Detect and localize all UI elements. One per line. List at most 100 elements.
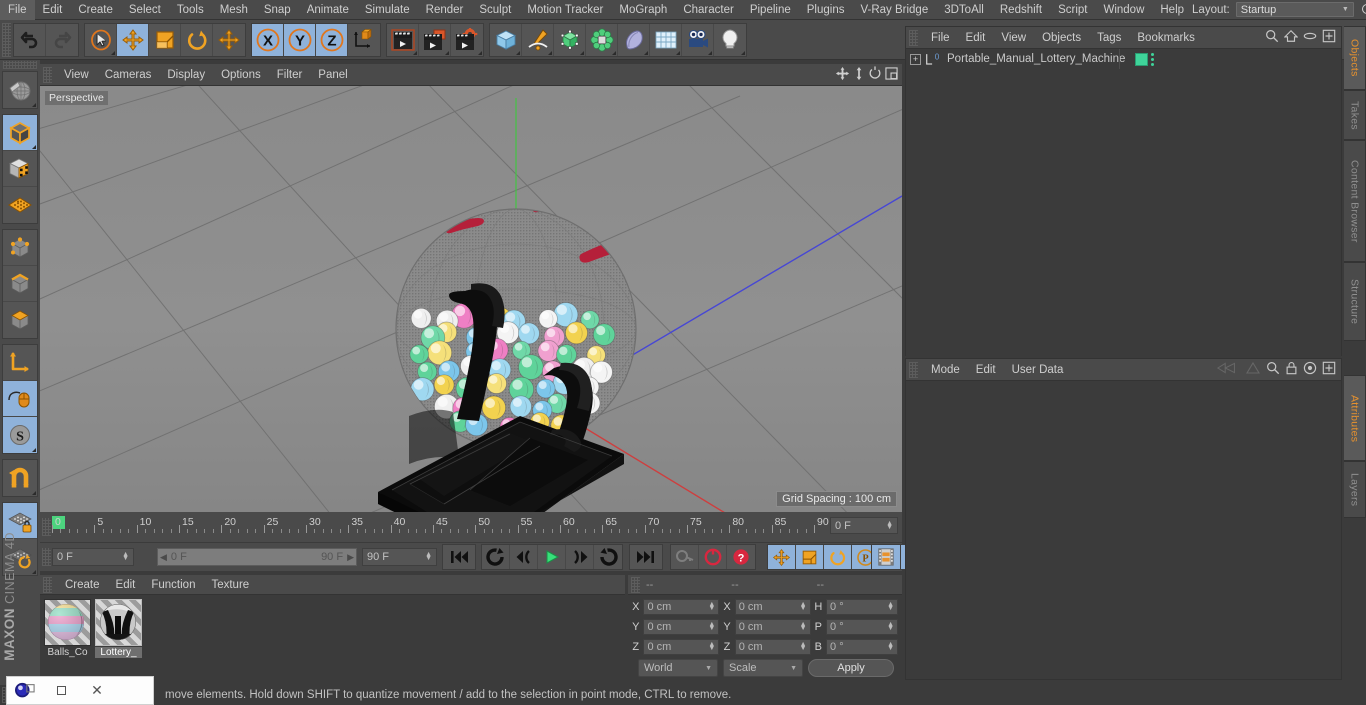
- panel-tab-content-browser[interactable]: Content Browser: [1344, 140, 1366, 263]
- menu-item-pipeline[interactable]: Pipeline: [742, 0, 799, 20]
- menu-item-select[interactable]: Select: [121, 0, 169, 20]
- redo-button[interactable]: [46, 23, 78, 56]
- lock-x-axis-button[interactable]: X: [252, 23, 284, 56]
- add-spline-button[interactable]: [522, 23, 554, 56]
- uv-mode-button[interactable]: [3, 187, 37, 223]
- preview-range-field[interactable]: ◀ 0 F 90 F ▶: [157, 548, 357, 566]
- menu-item-motion-tracker[interactable]: Motion Tracker: [519, 0, 611, 20]
- add-camera-button[interactable]: [682, 23, 714, 56]
- panel-tab-layers[interactable]: Layers: [1344, 461, 1366, 519]
- stepper-icon[interactable]: ▲ ▼: [708, 601, 715, 612]
- menu-item-create[interactable]: Create: [70, 0, 121, 20]
- search-icon[interactable]: [1360, 2, 1366, 18]
- autokeying-button[interactable]: [699, 545, 727, 569]
- expand-toggle-icon[interactable]: +: [910, 53, 921, 65]
- current-frame-field[interactable]: 0 F ▲ ▼: [52, 548, 134, 566]
- menu-item-3dtoall[interactable]: 3DToAll: [936, 0, 992, 20]
- go-to-end-button[interactable]: [629, 544, 663, 570]
- coordinate-size-y-input[interactable]: 0 cm ▲ ▼: [734, 619, 811, 635]
- viewport-menu-options[interactable]: Options: [213, 64, 269, 86]
- minimize-button[interactable]: [43, 676, 79, 705]
- enable-snapping-button[interactable]: S: [3, 417, 37, 453]
- coordinate-position-x-input[interactable]: 0 cm ▲ ▼: [643, 599, 720, 615]
- menu-item-help[interactable]: Help: [1152, 0, 1192, 20]
- add-scene-object-button[interactable]: [618, 23, 650, 56]
- maximize-icon[interactable]: [885, 66, 898, 83]
- menu-item-v-ray-bridge[interactable]: V-Ray Bridge: [852, 0, 936, 20]
- points-mode-button[interactable]: [3, 230, 37, 266]
- go-to-start-button[interactable]: [442, 544, 476, 570]
- render-to-picture-viewer-button[interactable]: [419, 23, 451, 56]
- coordinate-rotation-b-input[interactable]: 0 ° ▲ ▼: [826, 639, 899, 655]
- object-menu-file[interactable]: File: [923, 27, 958, 49]
- object-menu-tags[interactable]: Tags: [1089, 27, 1129, 49]
- add-generator-button[interactable]: [554, 23, 586, 56]
- ellipse-icon[interactable]: [1303, 29, 1317, 46]
- texture-mode-button[interactable]: [3, 151, 37, 187]
- lock-y-axis-button[interactable]: Y: [284, 23, 316, 56]
- material-menu-edit[interactable]: Edit: [108, 575, 144, 595]
- pan-icon[interactable]: [835, 66, 850, 84]
- go-to-previous-keyframe-button[interactable]: [482, 545, 510, 569]
- viewport-menu-panel[interactable]: Panel: [310, 64, 355, 86]
- record-scale-button[interactable]: [796, 545, 824, 569]
- stepper-icon[interactable]: ▲ ▼: [800, 601, 807, 612]
- material-manager-grip[interactable]: [43, 576, 52, 593]
- move-tool[interactable]: [117, 23, 149, 56]
- timeline-track[interactable]: 0 5 10 15 20 25 30 35 40 45 50 55 60 65 70 75 80 85 90: [52, 514, 829, 540]
- menu-item-snap[interactable]: Snap: [256, 0, 299, 20]
- viewport-menu-view[interactable]: View: [56, 64, 97, 86]
- home-icon[interactable]: [1283, 29, 1299, 46]
- menu-item-simulate[interactable]: Simulate: [357, 0, 418, 20]
- render-view-button[interactable]: [387, 23, 419, 56]
- stepper-icon[interactable]: ▲ ▼: [708, 621, 715, 632]
- magnet-tool-button[interactable]: [3, 460, 37, 496]
- record-rotation-button[interactable]: [824, 545, 852, 569]
- material-menu-create[interactable]: Create: [57, 575, 108, 595]
- lock-icon[interactable]: [1285, 361, 1298, 378]
- object-menu-bookmarks[interactable]: Bookmarks: [1129, 27, 1203, 49]
- undo-button[interactable]: [14, 23, 46, 56]
- go-to-next-frame-button[interactable]: [566, 545, 594, 569]
- coordinate-position-y-input[interactable]: 0 cm ▲ ▼: [643, 619, 720, 635]
- viewport-menu-filter[interactable]: Filter: [269, 64, 311, 86]
- add-deformer-button[interactable]: [586, 23, 618, 56]
- panel-tab-takes[interactable]: Takes: [1344, 90, 1366, 141]
- layout-select[interactable]: Startup ▼: [1235, 2, 1354, 17]
- coordinate-position-z-input[interactable]: 0 cm ▲ ▼: [643, 639, 720, 655]
- end-frame-field[interactable]: 90 F ▲ ▼: [362, 548, 437, 566]
- add-light-button[interactable]: [714, 23, 746, 56]
- attribute-menu-user-data[interactable]: User Data: [1004, 359, 1072, 381]
- prev-arrow-icon[interactable]: [1216, 361, 1240, 378]
- stepper-icon[interactable]: ▲ ▼: [887, 621, 894, 632]
- object-tree[interactable]: +0 Portable_Manual_Lottery_Machine: [906, 49, 1341, 356]
- menu-item-window[interactable]: Window: [1095, 0, 1152, 20]
- viewport-3d-canvas[interactable]: Perspective Grid Spacing : 100 cm: [40, 86, 902, 512]
- stepper-icon[interactable]: ▲ ▼: [708, 641, 715, 652]
- timeline-grip[interactable]: [42, 518, 51, 536]
- stepper-icon[interactable]: ▲ ▼: [122, 551, 129, 562]
- apply-button[interactable]: Apply: [808, 659, 894, 677]
- plus-box-icon[interactable]: [1322, 361, 1336, 378]
- edges-mode-button[interactable]: [3, 266, 37, 302]
- coordinate-rotation-p-input[interactable]: 0 ° ▲ ▼: [826, 619, 899, 635]
- stepper-icon[interactable]: ▲ ▼: [800, 641, 807, 652]
- close-button[interactable]: ✕: [79, 676, 115, 705]
- timeline-frame-field[interactable]: 0 F ▲ ▼: [830, 517, 898, 534]
- go-to-next-keyframe-button[interactable]: [594, 545, 622, 569]
- stepper-icon[interactable]: ▲ ▼: [887, 641, 894, 652]
- zoom-icon[interactable]: [853, 66, 865, 84]
- attribute-menu-edit[interactable]: Edit: [968, 359, 1004, 381]
- live-selection-tool[interactable]: [85, 23, 117, 56]
- stepper-icon[interactable]: ▲ ▼: [425, 551, 432, 562]
- scale-tool[interactable]: [149, 23, 181, 56]
- attribute-manager-grip[interactable]: [909, 361, 918, 378]
- model-mode-button[interactable]: [3, 115, 37, 151]
- range-right-arrow-icon[interactable]: ▶: [347, 552, 354, 563]
- menu-item-render[interactable]: Render: [418, 0, 472, 20]
- search-icon[interactable]: [1266, 361, 1280, 378]
- plus-box-icon[interactable]: [1322, 29, 1336, 46]
- next-arrow-icon[interactable]: [1245, 361, 1261, 378]
- viewport-menu-display[interactable]: Display: [159, 64, 213, 86]
- menu-item-edit[interactable]: Edit: [35, 0, 71, 20]
